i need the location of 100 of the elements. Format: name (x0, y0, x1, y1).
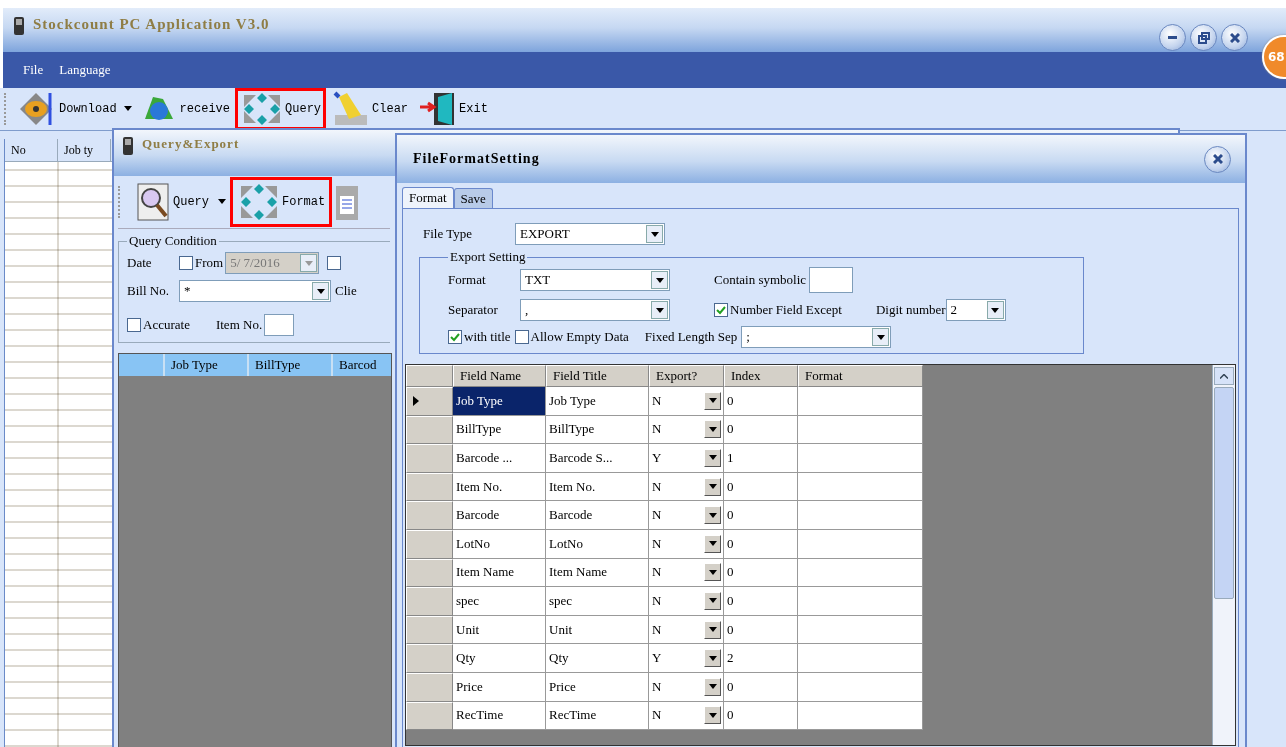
field-label: Contain symbolic (714, 272, 807, 288)
format-select[interactable]: TXT (520, 269, 670, 291)
column-header[interactable]: Job Type (165, 354, 249, 376)
table-cell: BillType (546, 415, 649, 445)
bill-number-field[interactable]: * (179, 280, 331, 302)
field-label: Bill No. (127, 283, 170, 299)
symbol-field[interactable] (809, 267, 854, 293)
table-cell-text: N (652, 564, 663, 581)
table-cell: Job Type (546, 387, 649, 416)
dropdown-button[interactable] (646, 225, 663, 243)
table-cell[interactable]: LotNo (453, 529, 546, 559)
number-field-checkbox[interactable]: Number Field Except (714, 302, 842, 318)
table-cell: Qty (546, 644, 649, 673)
field-label: File Type (423, 226, 474, 242)
table-cell[interactable]: Unit (453, 615, 546, 645)
table-cell: 2 (724, 644, 798, 673)
window-title: FileFormatSetting (413, 151, 540, 167)
table-cell[interactable]: Qty (453, 644, 546, 673)
dropdown-button[interactable] (651, 271, 668, 289)
toolbar-button[interactable]: Query (129, 177, 216, 227)
caret-icon (304, 260, 313, 266)
table-cell[interactable]: RecTime (453, 701, 546, 731)
tab[interactable]: Format (402, 187, 454, 208)
caret-icon (708, 598, 717, 604)
close-button[interactable] (1221, 24, 1248, 51)
close-icon (1229, 32, 1240, 43)
table-cell-text: N (652, 507, 663, 524)
minimize-button[interactable] (1159, 24, 1186, 51)
caret-icon (991, 307, 1000, 313)
table-cell[interactable]: spec (453, 587, 546, 616)
menu-item[interactable]: Language (59, 62, 111, 78)
caret-icon (708, 655, 717, 661)
from-checkbox[interactable]: From (179, 255, 224, 271)
header-corner (406, 365, 453, 387)
column-header[interactable]: BillType (249, 354, 333, 376)
table-cell: 0 (724, 415, 798, 445)
table-cell[interactable]: Item Name (453, 558, 546, 588)
column-header[interactable]: Export? (649, 365, 724, 387)
toolbar-button[interactable]: Clear (326, 88, 414, 130)
tab[interactable]: Save (453, 188, 493, 208)
table-cell-text: N (652, 621, 663, 638)
table-cell-text: N (652, 592, 663, 609)
column-header[interactable]: Field Title (546, 365, 649, 387)
table-cell: spec (546, 587, 649, 616)
close-button[interactable] (1204, 145, 1231, 173)
checkmark-icon (450, 332, 460, 342)
digit-select[interactable]: 2 (945, 299, 1006, 321)
vertical-scrollbar[interactable] (1212, 365, 1235, 745)
allow-empty-checkbox[interactable]: Allow Empty Data (514, 329, 629, 345)
column-header[interactable]: Barcod (333, 354, 391, 376)
table-cell-text: N (652, 478, 663, 495)
toolbar-button[interactable]: Format (230, 177, 333, 227)
table-cell-text: N (652, 392, 663, 409)
group-title: Export Setting (449, 249, 527, 265)
column-header[interactable]: No (5, 139, 58, 161)
column-header[interactable]: Job ty (58, 139, 111, 161)
table-cell: 0 (724, 529, 798, 559)
dropdown-caret[interactable] (121, 106, 134, 112)
magnifier-icon (136, 182, 172, 222)
toolbar-button[interactable]: Download (13, 88, 122, 130)
table-cell[interactable]: Barcode (453, 501, 546, 530)
toolbar-grip[interactable] (4, 93, 9, 125)
field-label: Item No. (215, 317, 263, 333)
dropdown-button[interactable] (651, 301, 668, 319)
table-cell[interactable]: BillType (453, 415, 546, 445)
table-cell[interactable]: Price (453, 672, 546, 702)
caret-icon (708, 712, 717, 718)
column-header[interactable]: Format (798, 365, 923, 387)
accurate-checkbox[interactable]: Accurate (127, 317, 190, 333)
table-cell: 0 (724, 587, 798, 616)
dropdown-button[interactable] (986, 301, 1004, 319)
table-cell[interactable]: Job Type (453, 387, 546, 416)
table-cell: Price (546, 672, 649, 702)
column-header[interactable]: Index (724, 365, 798, 387)
caret-icon (708, 426, 717, 432)
table-cell[interactable]: Barcode ... (453, 444, 546, 473)
row-header[interactable] (406, 387, 453, 416)
caret-icon (316, 288, 325, 294)
table-cell[interactable]: Item No. (453, 472, 546, 502)
window-title: Stockcount PC Application V3.0 (33, 16, 270, 33)
column-header[interactable]: Field Name (453, 365, 546, 387)
table-cell: 0 (724, 472, 798, 502)
caret-icon (655, 277, 664, 283)
with-title-checkbox[interactable]: with title (448, 329, 511, 345)
toolbar-grip[interactable] (118, 186, 123, 218)
restore-button[interactable] (1190, 24, 1217, 51)
separator-select[interactable]: , (520, 299, 670, 321)
close-icon (1212, 154, 1223, 164)
to-checkbox[interactable] (327, 256, 342, 270)
restore-icon (1197, 31, 1210, 44)
checkmark-icon (716, 305, 726, 315)
fixed-length-select[interactable]: ; (741, 326, 892, 348)
menu-item[interactable]: File (23, 62, 44, 78)
item-number-field[interactable] (264, 314, 295, 336)
dropdown-button[interactable] (872, 328, 890, 346)
dropdown-caret[interactable] (216, 199, 228, 205)
dropdown-button[interactable] (312, 282, 329, 300)
caret-icon (708, 541, 717, 547)
toolbar-button[interactable]: Query (235, 88, 327, 130)
file-type-select[interactable]: EXPORT (515, 223, 665, 245)
